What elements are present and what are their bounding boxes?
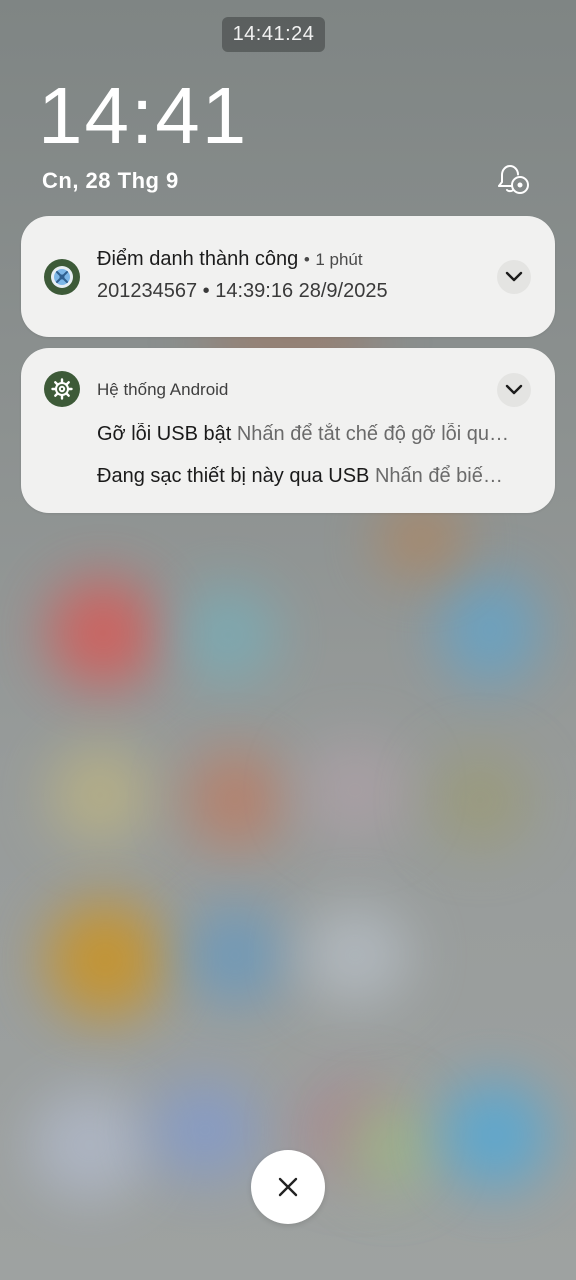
checkin-app-icon	[44, 259, 80, 295]
status-time-chip: 14:41:24	[222, 17, 325, 52]
notification-title: Điểm danh thành công • 1 phút	[97, 248, 363, 271]
android-system-icon	[44, 371, 80, 407]
app-name: Hệ thống Android	[97, 380, 229, 399]
item-title: Gỡ lỗi USB bật	[97, 423, 232, 445]
notification-card-checkin[interactable]: Điểm danh thành công • 1 phút 201234567 …	[21, 216, 555, 337]
item-description: Nhấn để biế…	[374, 465, 503, 487]
bell-settings-icon[interactable]	[494, 162, 530, 196]
lockscreen-clock: 14:41	[38, 71, 249, 160]
notification-time-ago: 1 phút	[315, 250, 363, 269]
chevron-down-icon[interactable]	[497, 260, 531, 294]
item-description: Nhấn để tắt chế độ gỡ lỗi qu…	[236, 423, 510, 445]
lockscreen-date: Cn, 28 Thg 9	[42, 168, 179, 193]
notification-item-usb-debugging[interactable]: Gỡ lỗi USB bật Nhấn để tắt chế độ gỡ lỗi…	[97, 423, 533, 446]
item-title: Đang sạc thiết bị này qua USB	[97, 465, 370, 487]
notification-card-android-system[interactable]: Hệ thống Android Gỡ lỗi USB bật Nhấn để …	[21, 348, 555, 513]
chevron-down-icon[interactable]	[497, 373, 531, 407]
notification-body: 201234567 • 14:39:16 28/9/2025	[97, 280, 388, 302]
close-icon	[278, 1177, 298, 1197]
close-button[interactable]	[251, 1150, 325, 1224]
notification-item-usb-charging[interactable]: Đang sạc thiết bị này qua USB Nhấn để bi…	[97, 465, 533, 488]
title-separator: •	[303, 250, 310, 269]
notification-title-text: Điểm danh thành công	[97, 248, 299, 270]
